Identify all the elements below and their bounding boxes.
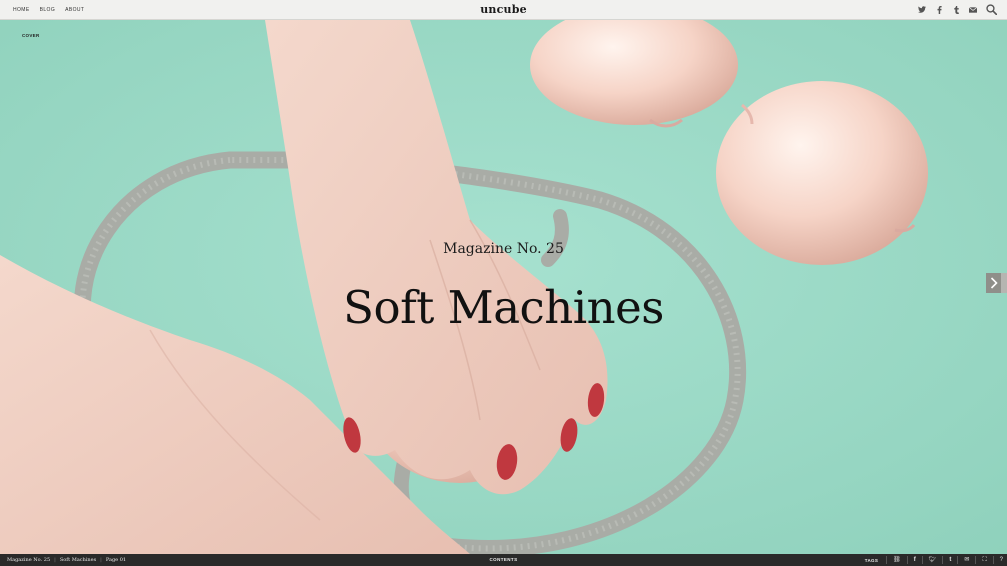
fullscreen-icon[interactable]: ⛶ (982, 556, 986, 564)
facebook-icon[interactable]: f (914, 556, 916, 564)
divider (921, 556, 923, 564)
top-icons (918, 4, 997, 15)
section-label: COVER (22, 33, 40, 38)
divider (942, 556, 944, 564)
divider (975, 556, 977, 564)
next-page-edge (1001, 273, 1007, 293)
divider (906, 556, 908, 564)
bottom-bar: Magazine No. 25 | Soft Machines | Page 0… (0, 554, 1007, 566)
mail-icon[interactable] (969, 6, 977, 14)
divider (886, 556, 888, 564)
site-logo[interactable]: uncube (0, 3, 1007, 16)
contents-button[interactable]: CONTENTS (0, 557, 1007, 562)
issue-kicker: Magazine No. 25 (443, 241, 564, 257)
link-icon[interactable]: ⛓ (893, 556, 901, 564)
cover-stage: COVER Magazine No. 25 Soft Machines (0, 20, 1007, 554)
footer-icons: TAGS ⛓ f 🐦︎ t ✉ ⛶ ? (865, 556, 1003, 564)
chevron-right-icon (990, 277, 998, 289)
tumblr-icon[interactable]: t (949, 556, 951, 564)
divider (957, 556, 959, 564)
facebook-icon[interactable] (935, 5, 943, 14)
tags-button[interactable]: TAGS (865, 558, 878, 563)
next-page-button[interactable] (986, 273, 1007, 293)
tumblr-icon[interactable] (952, 5, 960, 14)
mail-icon[interactable]: ✉ (964, 556, 969, 564)
twitter-icon[interactable] (918, 6, 926, 14)
help-icon[interactable]: ? (1000, 556, 1003, 564)
top-bar: HOME BLOG ABOUT uncube (0, 0, 1007, 20)
twitter-icon[interactable]: 🐦︎ (929, 556, 937, 564)
page-title: Soft Machines (343, 281, 664, 334)
divider (992, 556, 994, 564)
search-icon[interactable] (986, 4, 997, 15)
